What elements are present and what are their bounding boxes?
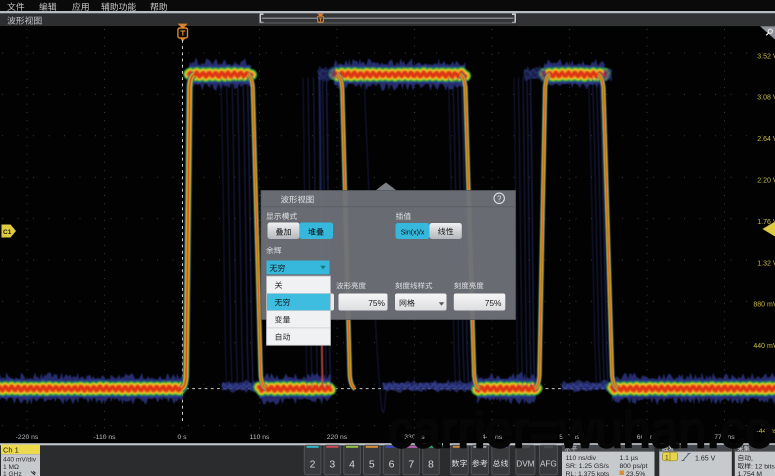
svg-text:440 mV/div: 440 mV/div [3, 457, 37, 464]
svg-text:1 GHz: 1 GHz [3, 471, 22, 476]
svg-text:220 ns: 220 ns [327, 434, 348, 441]
svg-text:6: 6 [389, 458, 395, 470]
svg-text:AFG: AFG [540, 459, 557, 468]
svg-text:Ch 1: Ch 1 [3, 445, 19, 454]
svg-text:?: ? [497, 194, 502, 203]
svg-text:5: 5 [369, 458, 375, 470]
svg-text:SR: 1.25 GS/s: SR: 1.25 GS/s [566, 463, 610, 470]
svg-text:75%: 75% [368, 298, 385, 308]
svg-text:-220 ns: -220 ns [16, 434, 39, 441]
svg-text:2.64 V: 2.64 V [757, 136, 775, 143]
svg-text:2.20 V: 2.20 V [757, 178, 775, 185]
svg-text:880 mV: 880 mV [753, 302, 775, 309]
svg-text:3.08 V: 3.08 V [757, 95, 775, 102]
svg-text:0 s: 0 s [177, 434, 187, 441]
svg-text:800 ps/pt: 800 ps/pt [620, 463, 648, 470]
svg-text:1 MΩ: 1 MΩ [3, 464, 19, 471]
svg-text:: 12 bits: : 12 bits [751, 464, 775, 471]
svg-text:-110 ns: -110 ns [93, 434, 116, 441]
svg-text:DVM: DVM [516, 459, 534, 468]
svg-text:3.52 V: 3.52 V [757, 53, 775, 60]
svg-text:8: 8 [428, 458, 434, 470]
svg-text:1.32 V: 1.32 V [757, 260, 775, 267]
svg-text:C1: C1 [3, 229, 12, 236]
svg-text:3: 3 [329, 458, 335, 470]
svg-text:75%: 75% [485, 298, 502, 308]
svg-text:440 mV: 440 mV [753, 343, 775, 350]
svg-text:4: 4 [349, 458, 355, 470]
svg-text:RL: 1.375 kpts: RL: 1.375 kpts [566, 471, 610, 476]
svg-text:2: 2 [310, 458, 316, 470]
svg-text:1.76 V: 1.76 V [757, 219, 775, 226]
svg-text:1.754 M: 1.754 M [738, 471, 763, 476]
svg-text:carrier=wuhan.com: carrier=wuhan.com [388, 402, 775, 458]
svg-text:23.5%: 23.5% [626, 471, 645, 476]
svg-text:Sin(x)/x: Sin(x)/x [401, 229, 425, 236]
svg-text:110 ns: 110 ns [250, 434, 271, 441]
svg-text:7: 7 [408, 458, 414, 470]
